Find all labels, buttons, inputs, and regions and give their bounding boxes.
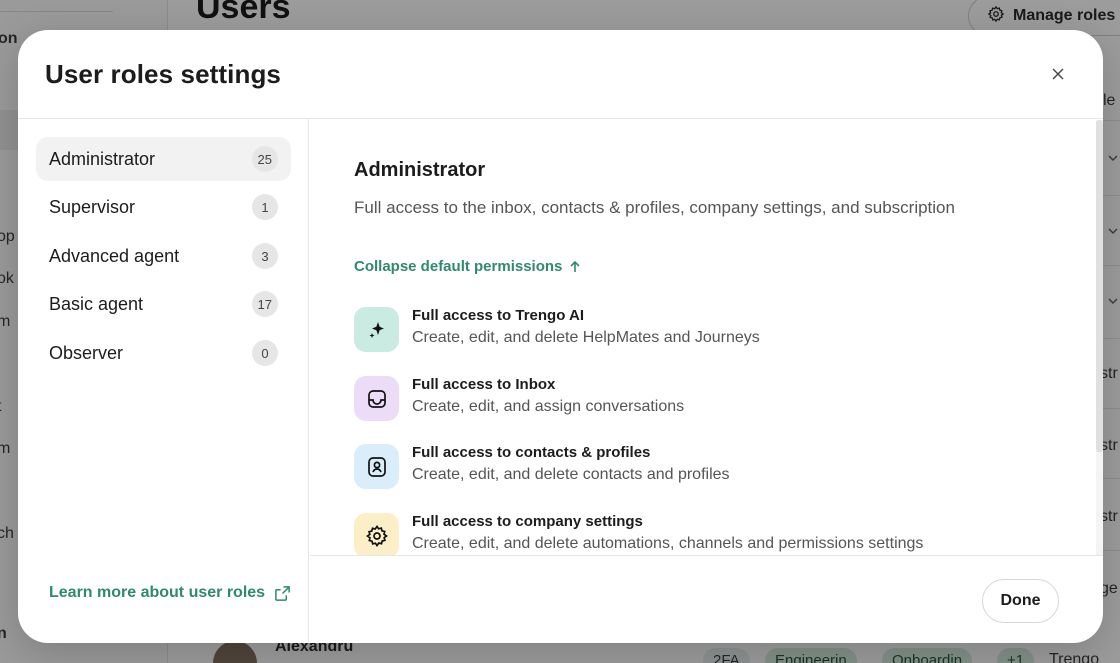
permission-subtitle: Create, edit, and assign conversations (412, 398, 685, 415)
modal-header: User roles settings (18, 30, 1103, 119)
modal-footer: Done (310, 555, 1103, 643)
permission-item: Full access to contacts & profiles Creat… (354, 444, 1054, 490)
permission-subtitle: Create, edit, and delete contacts and pr… (412, 466, 730, 483)
role-count-badge: 25 (251, 146, 278, 172)
arrow-up-icon (570, 260, 580, 272)
close-button[interactable] (1048, 64, 1068, 84)
permission-title: Full access to Inbox (412, 376, 556, 393)
role-details: Administrator Full access to the inbox, … (310, 119, 1103, 555)
permission-item: Full access to Trengo AI Create, edit, a… (354, 307, 1054, 353)
role-item-advanced-agent[interactable]: Advanced agent 3 (36, 234, 291, 278)
gear-icon (354, 513, 399, 555)
done-button[interactable]: Done (982, 579, 1059, 623)
sparkle-icon (354, 307, 399, 352)
role-label: Advanced agent (49, 245, 180, 266)
role-item-observer[interactable]: Observer 0 (36, 331, 291, 375)
modal-title: User roles settings (45, 59, 281, 89)
permission-item: Full access to company settings Create, … (354, 513, 1054, 555)
role-item-basic-agent[interactable]: Basic agent 17 (36, 282, 291, 326)
collapse-label: Collapse default permissions (354, 258, 563, 275)
role-heading: Administrator (354, 159, 486, 181)
scrollbar-thumb[interactable] (1096, 120, 1103, 452)
role-item-administrator[interactable]: Administrator 25 (36, 137, 291, 181)
role-item-supervisor[interactable]: Supervisor 1 (36, 185, 291, 229)
role-label: Administrator (49, 148, 156, 169)
roles-list: Administrator 25 Supervisor 1 Advanced a… (18, 119, 309, 643)
role-label: Supervisor (49, 196, 136, 217)
learn-more-link[interactable]: Learn more about user roles (49, 584, 291, 602)
role-count-badge: 0 (252, 340, 278, 366)
learn-more-label: Learn more about user roles (49, 584, 266, 601)
role-count-badge: 3 (252, 243, 278, 269)
permission-title: Full access to contacts & profiles (412, 444, 651, 461)
permission-item: Full access to Inbox Create, edit, and a… (354, 376, 1054, 422)
permissions-scrollbar[interactable] (1096, 120, 1103, 555)
collapse-permissions-link[interactable]: Collapse default permissions (354, 258, 582, 275)
user-roles-modal: User roles settings Administrator 25 Sup… (18, 30, 1103, 643)
permission-subtitle: Create, edit, and delete HelpMates and J… (412, 329, 760, 346)
permission-title: Full access to Trengo AI (412, 307, 584, 324)
close-icon (1052, 68, 1064, 80)
role-label: Basic agent (49, 293, 144, 314)
external-link-icon (275, 585, 290, 601)
permission-subtitle: Create, edit, and delete automations, ch… (412, 535, 924, 552)
role-label: Observer (49, 342, 124, 363)
role-description: Full access to the inbox, contacts & pro… (354, 198, 955, 217)
permission-title: Full access to company settings (412, 513, 643, 530)
role-count-badge: 17 (251, 291, 278, 317)
contact-icon (354, 444, 399, 489)
inbox-icon (354, 376, 399, 421)
role-count-badge: 1 (252, 194, 278, 220)
